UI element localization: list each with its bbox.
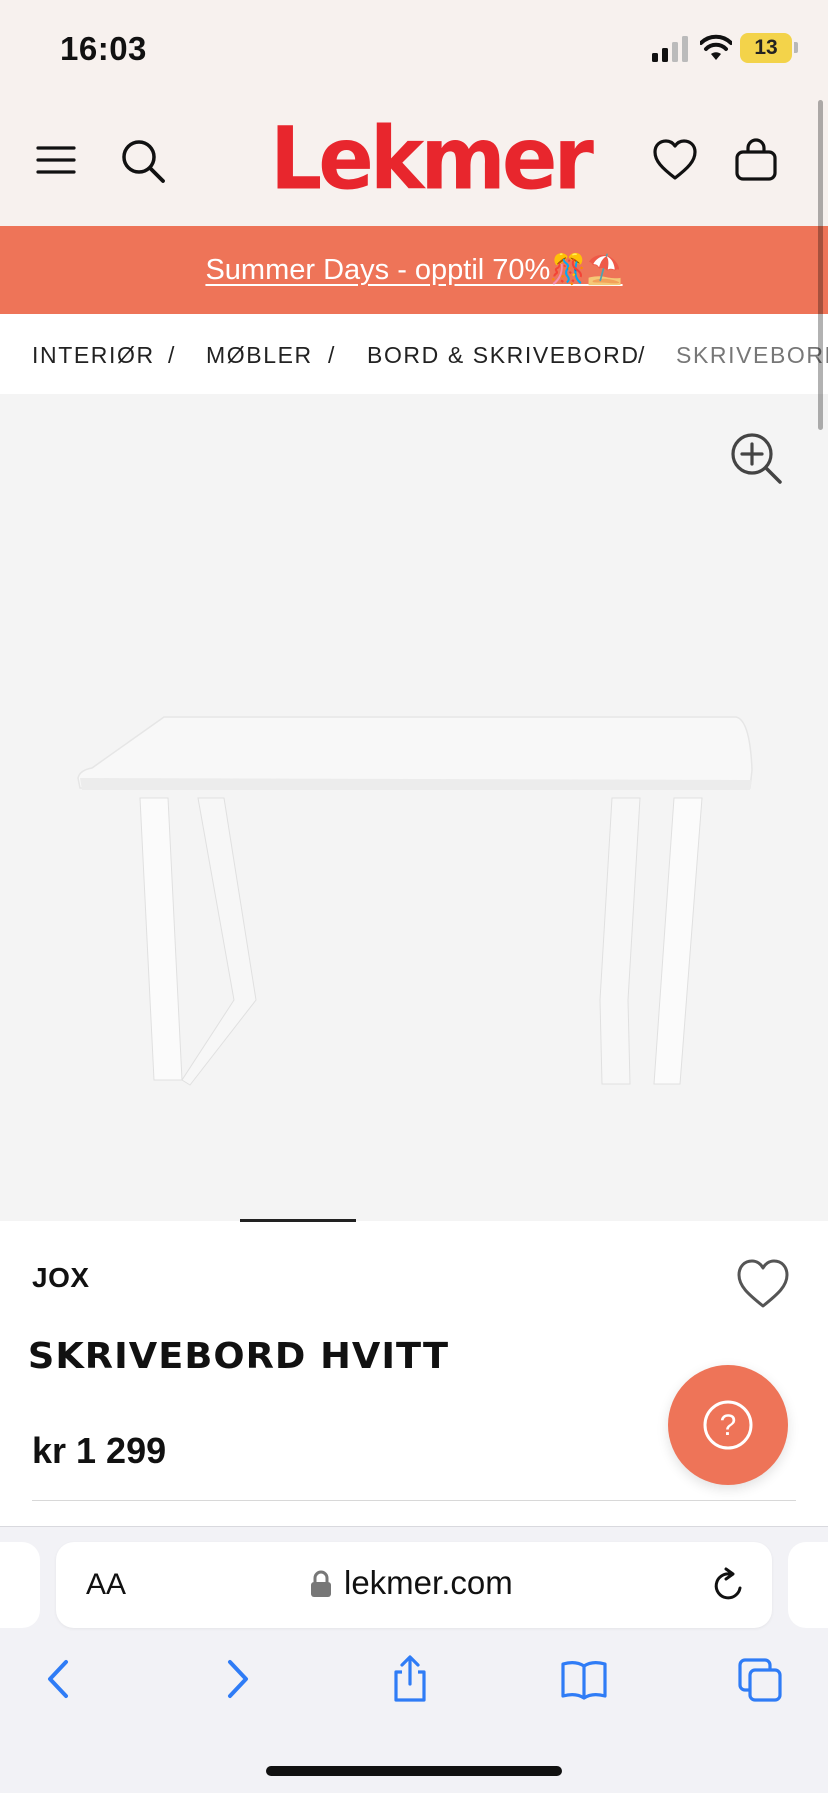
forward-icon[interactable] — [212, 1654, 260, 1704]
wifi-icon — [700, 34, 732, 60]
tabs-icon[interactable] — [736, 1654, 784, 1704]
breadcrumb-item-mobler[interactable]: MØBLER — [206, 342, 313, 369]
previous-tab-preview[interactable] — [0, 1542, 40, 1628]
breadcrumb-item-skrivebord: SKRIVEBORD — [676, 342, 828, 368]
help-label: ? — [720, 1409, 737, 1442]
breadcrumb-separator: / — [328, 342, 336, 368]
breadcrumb-item-bord-skrivebord[interactable]: BORD & SKRIVEBORD — [367, 342, 640, 369]
question-mark-icon[interactable]: ? — [702, 1399, 754, 1451]
reload-icon[interactable] — [710, 1566, 746, 1604]
search-icon[interactable] — [120, 138, 166, 184]
next-tab-preview[interactable] — [788, 1542, 828, 1628]
back-icon[interactable] — [36, 1654, 84, 1704]
product-price: kr 1 299 — [32, 1430, 167, 1471]
shopping-bag-icon[interactable] — [734, 138, 778, 182]
page-scrollbar[interactable] — [818, 100, 823, 430]
menu-icon[interactable] — [36, 140, 76, 180]
divider — [32, 1500, 796, 1501]
share-icon[interactable] — [386, 1654, 434, 1704]
home-indicator — [266, 1766, 562, 1776]
bookmarks-icon[interactable] — [560, 1654, 608, 1704]
lekmer-logo[interactable]: Lekmer — [270, 110, 594, 211]
promo-link[interactable]: Summer Days - opptil 70%🎊⛱️ — [0, 226, 828, 314]
text-size-button[interactable]: AA — [86, 1568, 126, 1602]
product-image-white-desk — [77, 716, 753, 1086]
battery-tip — [794, 42, 798, 53]
cellular-signal-icon — [652, 36, 688, 62]
breadcrumb-item-interior[interactable]: INTERIØR — [32, 342, 155, 369]
battery-indicator: 13 — [740, 33, 792, 63]
url-text[interactable]: lekmer.com — [344, 1564, 513, 1602]
add-to-wishlist-heart-icon[interactable] — [736, 1258, 790, 1310]
gallery-position-indicator — [240, 1219, 356, 1222]
status-time: 16:03 — [60, 30, 147, 67]
product-brand[interactable]: JOX — [32, 1262, 90, 1294]
product-title: SKRIVEBORD HVITT — [27, 1336, 450, 1377]
zoom-in-icon[interactable] — [728, 430, 784, 486]
lock-icon — [311, 1570, 331, 1597]
wishlist-heart-icon[interactable] — [652, 138, 698, 182]
breadcrumb-separator: / — [168, 342, 176, 368]
breadcrumb-separator: / — [638, 342, 646, 368]
breadcrumb: INTERIØR / MØBLER / BORD & SKRIVEBORD / … — [0, 314, 828, 394]
